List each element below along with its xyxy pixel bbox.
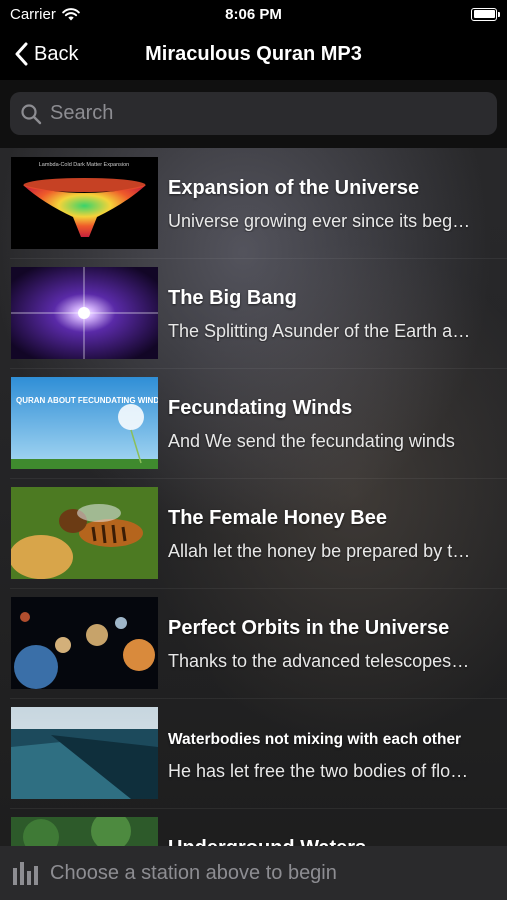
list-item[interactable]: The Female Honey Bee Allah let the honey… xyxy=(0,478,507,588)
thumbnail-expansion-of-universe: Lambda-Cold Dark Matter Expansion xyxy=(11,157,158,249)
player-prompt: Choose a station above to begin xyxy=(50,861,337,884)
list-item-subtitle: The Splitting Asunder of the Earth and H… xyxy=(168,321,473,341)
thumbnail-waterbodies xyxy=(11,707,158,799)
thumbnail-underground-waters xyxy=(11,817,158,846)
thumbnail-big-bang xyxy=(11,267,158,359)
list-item-title: The Female Honey Bee xyxy=(168,507,387,529)
list-item[interactable]: Underground Waters xyxy=(0,808,507,846)
status-bar: Carrier 8:06 PM xyxy=(0,0,507,28)
battery-icon xyxy=(471,7,500,21)
search-icon xyxy=(21,103,42,124)
list-item[interactable]: QURAN ABOUT FECUNDATING WIND Fecundating… xyxy=(0,368,507,478)
thumbnail-caption: QURAN ABOUT FECUNDATING WIND xyxy=(16,396,158,405)
search-field[interactable] xyxy=(10,92,497,135)
search-area xyxy=(0,80,507,148)
search-input[interactable] xyxy=(50,102,470,125)
list-item[interactable]: Lambda-Cold Dark Matter Expansion Expans… xyxy=(0,148,507,258)
station-list: Lambda-Cold Dark Matter Expansion Expans… xyxy=(0,148,507,846)
list-item-subtitle: And We send the fecundating winds xyxy=(168,431,455,451)
list-item-title: The Big Bang xyxy=(168,287,297,309)
back-button[interactable]: Back xyxy=(0,42,78,66)
list-item-subtitle: Universe growing ever since its beginnin… xyxy=(168,211,473,231)
list-item-title: Perfect Orbits in the Universe xyxy=(168,617,450,639)
wifi-icon xyxy=(62,7,80,20)
equalizer-icon xyxy=(13,862,38,885)
list-item[interactable]: Waterbodies not mixing with each other H… xyxy=(0,698,507,808)
list-item-title: Expansion of the Universe xyxy=(168,177,420,199)
player-bar[interactable]: Choose a station above to begin xyxy=(0,846,507,900)
back-label: Back xyxy=(34,42,79,65)
thumbnail-honey-bee xyxy=(11,487,158,579)
thumbnail-caption: Lambda-Cold Dark Matter Expansion xyxy=(39,162,130,168)
list-item-title: Underground Waters xyxy=(168,837,366,846)
thumbnail-fecundating-winds: QURAN ABOUT FECUNDATING WIND xyxy=(11,377,158,469)
list-item[interactable]: Perfect Orbits in the Universe Thanks to… xyxy=(0,588,507,698)
carrier-label: Carrier xyxy=(10,5,56,23)
list-item-title: Waterbodies not mixing with each other xyxy=(168,731,462,748)
status-left: Carrier xyxy=(10,6,80,23)
chevron-left-icon xyxy=(15,42,28,66)
list-item-title: Fecundating Winds xyxy=(168,397,353,419)
list-item-subtitle: He has let free the two bodies of flowin… xyxy=(168,761,473,781)
list-item-subtitle: Allah let the honey be prepared by the f… xyxy=(168,541,473,561)
thumbnail-perfect-orbits xyxy=(11,597,158,689)
navigation-bar: Back Miraculous Quran MP3 xyxy=(0,28,507,80)
list-item[interactable]: The Big Bang The Splitting Asunder of th… xyxy=(0,258,507,368)
list-item-subtitle: Thanks to the advanced telescopes of tod… xyxy=(168,651,473,671)
